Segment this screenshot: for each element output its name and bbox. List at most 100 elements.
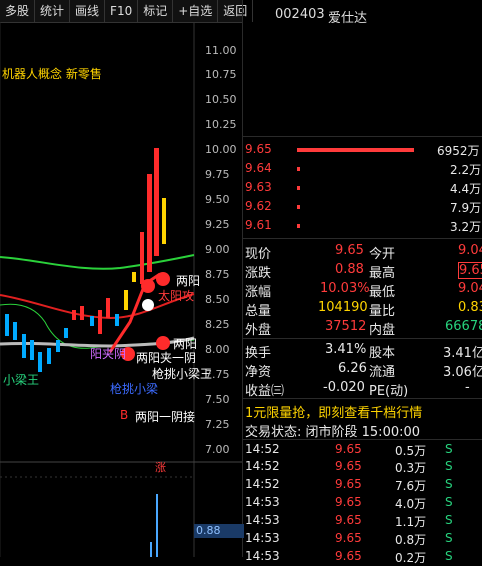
tab-draw-line[interactable]: 画线	[70, 0, 106, 22]
orderbook-row: 9.62 7.9万	[245, 197, 482, 217]
y-tick: 9.00	[205, 243, 230, 256]
order-price: 9.62	[245, 199, 272, 213]
info-value: 9.65	[458, 262, 482, 279]
trade-volume: 0.3万	[395, 461, 427, 475]
stock-code: 002403	[275, 7, 325, 22]
panel-divider	[242, 0, 243, 557]
info-value: 0.88	[335, 262, 364, 277]
order-bar	[297, 224, 300, 228]
trade-side: S	[445, 513, 453, 527]
stock-name: 爱仕达	[328, 11, 368, 26]
info-key: 股本	[369, 346, 396, 361]
volume-bar	[156, 494, 158, 557]
order-volume: 6952万	[437, 144, 480, 158]
info-value: 3.06亿	[443, 365, 482, 380]
order-volume: 2.2万	[450, 163, 482, 177]
info-value: 9.65	[335, 243, 364, 258]
info-value: 66678	[445, 319, 482, 334]
y-tick: 10.75	[205, 68, 237, 81]
info-key: 最低	[369, 285, 396, 300]
trade-volume: 4.0万	[395, 497, 427, 511]
tab-add-watchlist[interactable]: +自选	[173, 0, 219, 22]
info-key: 量比	[369, 304, 396, 319]
tab-statistics[interactable]: 统计	[35, 0, 71, 22]
trade-volume: 1.1万	[395, 515, 427, 529]
info-key: 内盘	[369, 323, 396, 338]
trade-volume: 7.6万	[395, 479, 427, 493]
trade-time: 14:53	[245, 549, 280, 563]
trade-side: S	[445, 495, 453, 509]
y-tick: 7.75	[205, 368, 230, 381]
promo-text[interactable]: 1元限量抢，即刻查看千档行情	[245, 402, 422, 421]
info-value: 104190	[318, 300, 368, 315]
candle-yellow	[132, 272, 136, 282]
trade-volume: 0.5万	[395, 444, 427, 458]
info-row: 现价 9.65 今开 9.04	[245, 243, 482, 262]
divider	[243, 439, 482, 440]
tab-multi-stock[interactable]: 多股	[0, 0, 36, 22]
order-bar	[297, 148, 414, 152]
info-value: 10.03%	[320, 281, 370, 296]
info-key: 最高	[369, 266, 396, 281]
trade-price: 9.65	[335, 495, 362, 509]
y-tick: 8.50	[205, 293, 230, 306]
trade-time: 14:52	[245, 459, 280, 473]
trade-volume: 0.8万	[395, 533, 427, 547]
order-price: 9.61	[245, 218, 272, 232]
trade-side: S	[445, 549, 453, 563]
trade-row: 14:53 9.65 1.1万 S	[245, 513, 482, 530]
trade-price: 9.65	[335, 549, 362, 563]
info-value: 9.04	[458, 243, 482, 258]
volume-bar	[150, 542, 152, 557]
stock-header: 002403 爱仕达	[243, 0, 482, 30]
signal-label: 枪挑小梁	[110, 382, 159, 396]
signal-label: B	[120, 408, 129, 422]
tab-mark[interactable]: 标记	[138, 0, 174, 22]
trade-price: 9.65	[335, 531, 362, 545]
y-tick: 7.25	[205, 418, 230, 431]
ma-green-line	[0, 254, 195, 270]
signal-label: 太阳攻	[158, 289, 195, 303]
order-bar	[297, 186, 300, 190]
info-value: 37512	[325, 319, 367, 334]
info-key: 净资	[245, 365, 272, 380]
trade-price: 9.65	[335, 513, 362, 527]
signal-label: 两阳夹一阴	[136, 351, 197, 365]
trade-status-text: 交易状态: 闭市阶段 15:00:00	[245, 425, 421, 440]
limit-up-tag: 涨	[155, 461, 166, 474]
y-tick: 8.25	[205, 318, 230, 331]
toolbar: 多股 统计 画线 F10 标记 +自选 返回	[0, 0, 254, 23]
order-price: 9.63	[245, 180, 272, 194]
tab-f10[interactable]: F10	[105, 0, 139, 22]
signal-label: 阳夹阴	[90, 347, 127, 361]
info-row: 净资 6.26 流通 3.06亿	[245, 361, 482, 380]
info-value: 6.26	[338, 361, 367, 376]
y-tick: 7.50	[205, 393, 230, 406]
promo-banner[interactable]: 1元限量抢，即刻查看千档行情	[245, 402, 482, 421]
trade-time: 14:53	[245, 495, 280, 509]
trade-row: 14:52 9.65 0.3万 S	[245, 459, 482, 476]
orderbook-row: 9.65 6952万	[245, 140, 482, 160]
price-axis: 11.00 10.75 10.50 10.25 10.00 9.75 9.50 …	[195, 22, 242, 467]
y-tick: 10.25	[205, 118, 237, 131]
info-value: 3.41亿	[443, 346, 482, 361]
info-key: 流通	[369, 365, 396, 380]
trade-row: 14:52 9.65 7.6万 S	[245, 477, 482, 494]
info-value: -	[465, 380, 470, 395]
info-key: 总量	[245, 304, 272, 319]
orderbook-row: 9.63 4.4万	[245, 178, 482, 198]
trade-side: S	[445, 477, 453, 491]
trade-row: 14:53 9.65 4.0万 S	[245, 495, 482, 512]
info-row: 涨幅 10.03% 最低 9.04	[245, 281, 482, 300]
y-tick: 9.25	[205, 218, 230, 231]
y-tick: 9.75	[205, 168, 230, 181]
trade-time: 14:53	[245, 513, 280, 527]
trade-price: 9.65	[335, 477, 362, 491]
trade-time: 14:53	[245, 531, 280, 545]
info-key: 涨跌	[245, 266, 272, 281]
y-tick: 8.75	[205, 268, 230, 281]
divider	[243, 338, 482, 339]
trade-time: 14:52	[245, 442, 280, 456]
order-bar	[297, 167, 300, 171]
candle-yellow	[124, 290, 128, 310]
